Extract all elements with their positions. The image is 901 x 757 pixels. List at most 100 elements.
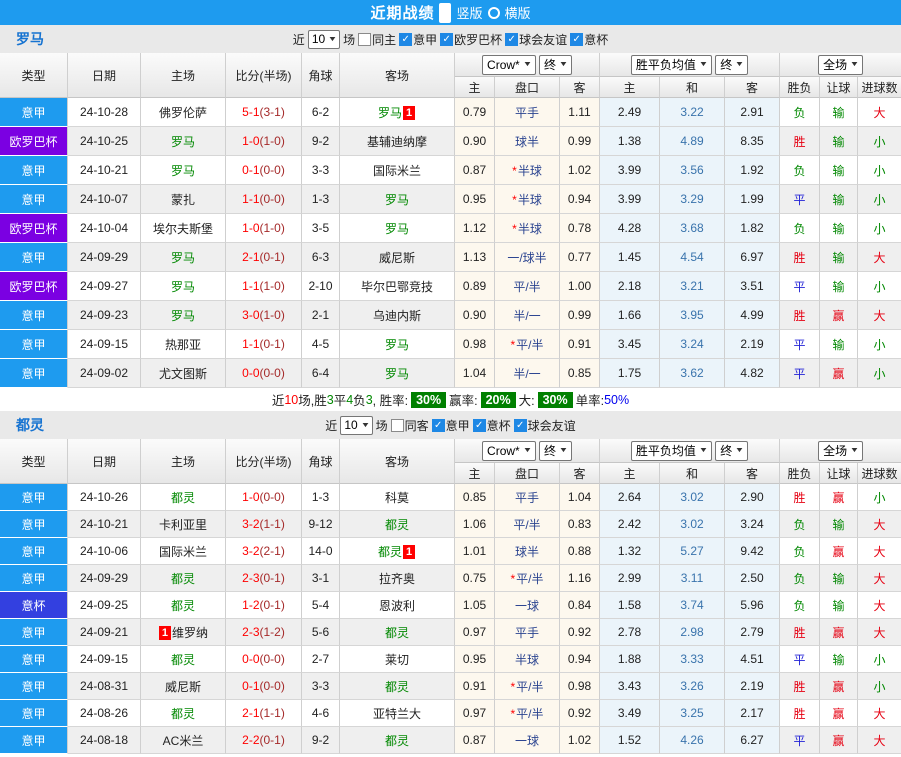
halftime-score: (1-1) <box>260 517 285 531</box>
bookmaker-select[interactable]: Crow*▼ <box>482 55 536 75</box>
league-badge: 意甲 <box>0 185 68 214</box>
chevron-down-icon: ▼ <box>559 447 569 454</box>
team-name-text: 都灵 <box>171 491 195 505</box>
fulltime-select[interactable]: 全场▼ <box>818 55 863 75</box>
bookmaker-select[interactable]: Crow*▼ <box>482 441 536 461</box>
halftime-score: (0-0) <box>260 652 285 666</box>
avg-away-odds: 2.79 <box>725 619 780 646</box>
page-title: 近期战绩 <box>370 2 434 23</box>
crow-home-odds: 1.12 <box>455 214 495 243</box>
match-row: 意甲24-10-06国际米兰3-2(2-1)14-0都灵11.01球半0.881… <box>0 538 901 565</box>
league-badge: 意甲 <box>0 727 68 754</box>
result-handicap: 赢 <box>820 700 858 727</box>
halftime-score: (0-0) <box>260 679 285 693</box>
crow-away-odds: 1.00 <box>560 272 600 301</box>
chevron-down-icon: ▼ <box>559 61 569 68</box>
avg-away-odds: 1.99 <box>725 185 780 214</box>
avg-odds-select[interactable]: 胜平负均值▼ <box>631 441 712 461</box>
corner-score: 9-12 <box>302 511 340 538</box>
fulltime-score: 1-1 <box>242 337 259 351</box>
match-date: 24-09-29 <box>68 243 141 272</box>
filter-checkbox-1[interactable]: ✓意甲 <box>399 31 437 48</box>
radio-horizontal-layout[interactable] <box>488 7 500 19</box>
radio-vertical-layout[interactable] <box>439 3 451 23</box>
summary-text: 大: <box>519 390 535 409</box>
filter-checkbox-label: 球会友谊 <box>519 31 567 48</box>
avg-home-odds: 2.18 <box>600 272 660 301</box>
league-badge: 欧罗巴杯 <box>0 272 68 301</box>
recent-count-select[interactable]: 10▼ <box>308 30 340 49</box>
away-team: 基辅迪纳摩 <box>340 127 455 156</box>
filter-checkbox-0[interactable]: 同主 <box>358 31 396 48</box>
avg-odds-select[interactable]: 胜平负均值▼ <box>631 55 712 75</box>
match-date: 24-10-28 <box>68 98 141 127</box>
filter-checkbox-3[interactable]: ✓球会友谊 <box>514 417 576 434</box>
match-date: 24-10-25 <box>68 127 141 156</box>
odds-stage-select[interactable]: 终▼ <box>539 55 572 75</box>
col-type: 类型 <box>0 53 68 98</box>
crow-home-odds: 0.87 <box>455 156 495 185</box>
team-name-text: 都灵 <box>171 572 195 586</box>
result-goals: 小 <box>858 673 901 700</box>
crow-home-odds: 0.95 <box>455 646 495 673</box>
team-name-text: 埃尔夫斯堡 <box>153 222 213 236</box>
halftime-score: (0-0) <box>260 192 285 206</box>
match-row: 欧罗巴杯24-09-27罗马1-1(1-0)2-10毕尔巴鄂竞技0.89平/半1… <box>0 272 901 301</box>
filter-checkbox-4[interactable]: ✓意杯 <box>570 31 608 48</box>
filter-checkbox-2[interactable]: ✓欧罗巴杯 <box>440 31 502 48</box>
handicap-text: 平/半 <box>513 518 540 532</box>
fulltime-select[interactable]: 全场▼ <box>818 441 863 461</box>
handicap-line: 一/球半 <box>495 243 560 272</box>
match-date: 24-08-18 <box>68 727 141 754</box>
odds-stage-select-value: 终 <box>544 56 556 73</box>
checkbox-checked-icon: ✓ <box>440 33 453 46</box>
avg-home-odds: 2.49 <box>600 98 660 127</box>
col-corner: 角球 <box>302 439 340 484</box>
handicap-text: 半球 <box>518 193 542 207</box>
filter-checkbox-0[interactable]: 同客 <box>391 417 429 434</box>
score: 2-3(0-1) <box>226 565 302 592</box>
crow-away-odds: 1.16 <box>560 565 600 592</box>
avg-away-odds: 2.17 <box>725 700 780 727</box>
col-avg-away: 客 <box>725 463 780 484</box>
recent-count-select[interactable]: 10▼ <box>340 416 372 435</box>
crow-home-odds: 0.89 <box>455 272 495 301</box>
score: 0-1(0-0) <box>226 673 302 700</box>
match-date: 24-09-23 <box>68 301 141 330</box>
summary-text: 场,胜 <box>298 390 326 409</box>
handicap-text: 半/一 <box>513 309 540 323</box>
team-name-text: 都灵 <box>385 626 409 640</box>
checkbox-checked-icon: ✓ <box>505 33 518 46</box>
crow-home-odds: 1.04 <box>455 359 495 388</box>
col-avg-away: 客 <box>725 77 780 98</box>
match-row: 意甲24-09-23罗马3-0(1-0)2-1乌迪内斯0.90半/一0.991.… <box>0 301 901 330</box>
fulltime-score: 1-0 <box>242 221 259 235</box>
avg-away-odds: 5.96 <box>725 592 780 619</box>
filter-checkbox-1[interactable]: ✓意甲 <box>432 417 470 434</box>
match-date: 24-10-21 <box>68 156 141 185</box>
halftime-score: (0-0) <box>260 163 285 177</box>
home-team: 都灵 <box>141 700 226 727</box>
corner-score: 3-5 <box>302 214 340 243</box>
avg-away-odds: 9.42 <box>725 538 780 565</box>
avg-stage-select[interactable]: 终▼ <box>715 441 748 461</box>
league-badge: 意甲 <box>0 243 68 272</box>
filter-checkbox-2[interactable]: ✓意杯 <box>473 417 511 434</box>
corner-score: 14-0 <box>302 538 340 565</box>
corner-score: 3-3 <box>302 156 340 185</box>
odds-stage-select[interactable]: 终▼ <box>539 441 572 461</box>
corner-score: 2-10 <box>302 272 340 301</box>
changed-line-star: * <box>512 222 517 236</box>
filter-checkbox-3[interactable]: ✓球会友谊 <box>505 31 567 48</box>
match-row: 意甲24-08-31威尼斯0-1(0-0)3-3都灵0.91*平/半0.983.… <box>0 673 901 700</box>
crow-home-odds: 1.05 <box>455 592 495 619</box>
team-name-text: 莱切 <box>385 653 409 667</box>
result-handicap: 输 <box>820 592 858 619</box>
torino-team-name: 都灵 <box>16 411 44 439</box>
match-row: 意甲24-08-18AC米兰2-2(0-1)9-2都灵0.87一球1.021.5… <box>0 727 901 754</box>
halftime-score: (0-0) <box>260 490 285 504</box>
home-team: 都灵 <box>141 484 226 511</box>
result-goals: 小 <box>858 185 901 214</box>
crow-away-odds: 0.98 <box>560 673 600 700</box>
avg-stage-select[interactable]: 终▼ <box>715 55 748 75</box>
